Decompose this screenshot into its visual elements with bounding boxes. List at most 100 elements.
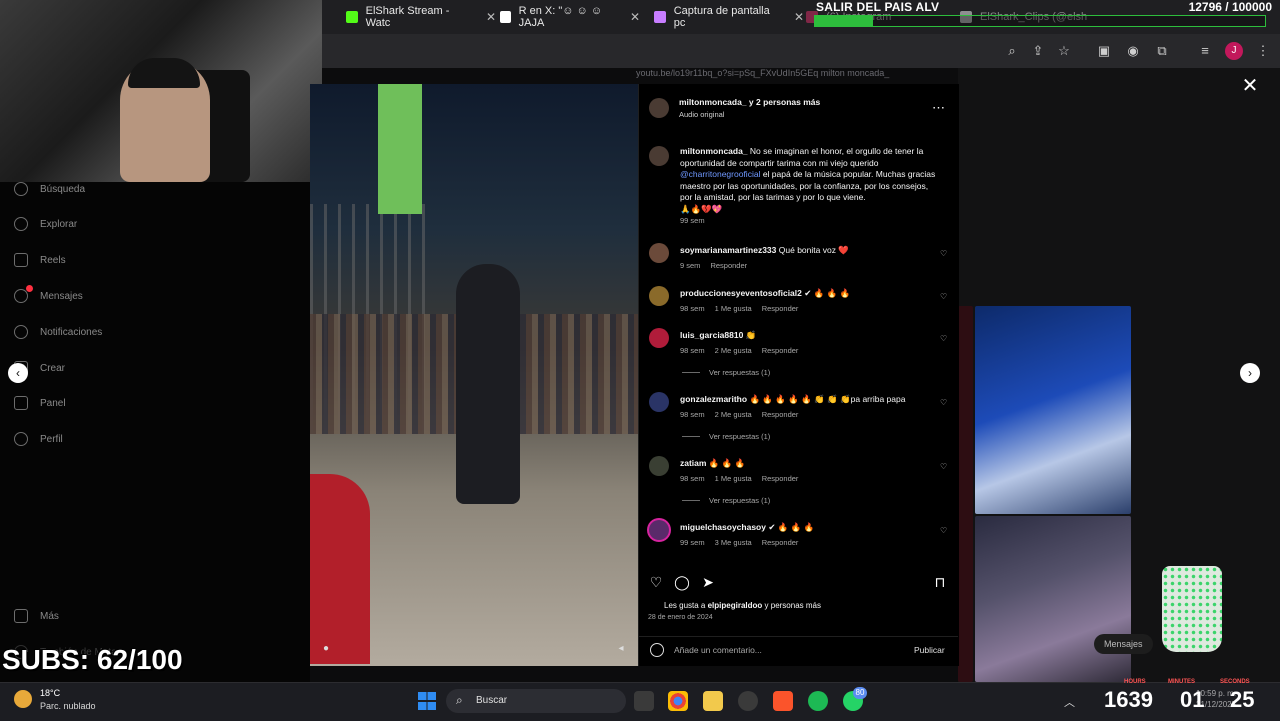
chrome-icon[interactable] [668,691,688,711]
search-icon: ⌕ [456,693,463,707]
cap [128,58,200,88]
timer-hours: 1639 [1104,687,1153,712]
like-comment-icon[interactable]: ♡ [940,249,947,258]
post-author[interactable]: miltonmoncada_ y 2 personas más [679,97,820,107]
comment-avatar[interactable] [649,520,669,540]
like-comment-icon[interactable]: ♡ [940,462,947,471]
reels-icon [14,253,28,267]
timer-hours-label: HOURS [1124,679,1146,685]
comment-avatar[interactable] [649,456,669,476]
reel-video[interactable] [310,84,638,666]
close-modal-icon[interactable]: ✕ [1240,76,1260,96]
tab-screenshot[interactable]: Captura de pantalla pc ✕ [654,4,804,30]
vpn-icon[interactable]: ◉ [1124,42,1142,60]
publish-button[interactable]: Publicar [914,645,945,655]
more-options-icon[interactable]: ⋯ [932,100,945,116]
like-icon[interactable]: ♡ [648,574,664,590]
save-icon[interactable]: ⊓ [932,574,948,590]
sidebar-item-notifications[interactable]: Notificaciones [14,325,102,339]
reel-thumbnail[interactable] [975,516,1131,682]
taskbar-search[interactable] [446,689,626,713]
bookmark-star-icon[interactable]: ☆ [1055,42,1073,60]
weather-desc[interactable]: Parc. nublado [40,701,96,711]
search-label[interactable]: Buscar [476,695,507,706]
x-icon [500,11,511,23]
sidebar-item-explore[interactable]: Explorar [14,217,77,231]
emoji-icon[interactable] [650,643,664,657]
close-tab-icon[interactable]: ✕ [794,10,804,24]
singer [456,264,520,504]
puzzle-icon[interactable]: ⧉ [1153,42,1171,60]
weather-temp[interactable]: 18°C [40,688,60,698]
close-tab-icon[interactable]: ✕ [486,10,496,24]
likes-summary[interactable]: Les gusta a elpipegiraldoo y personas má… [664,601,821,610]
user-tag-icon[interactable]: ● [319,642,333,656]
sidebar-item-search[interactable]: Búsqueda [14,182,85,196]
chart-icon [14,396,28,410]
tray-chevron-icon[interactable]: ︿ [1064,694,1075,710]
file-explorer-icon[interactable] [703,691,723,711]
hamburger-icon [14,609,28,623]
view-replies[interactable]: Ver respuestas (1) [682,368,770,377]
sidebar-item-profile[interactable]: Perfil [14,432,63,446]
sidebar-item-more[interactable]: Más [14,609,59,623]
sidebar-item-reels[interactable]: Reels [14,253,66,267]
extension-icon[interactable]: ▣ [1095,42,1113,60]
author-avatar[interactable] [649,98,669,118]
comment-avatar[interactable] [649,286,669,306]
next-post-arrow-icon[interactable]: › [1240,363,1260,383]
close-tab-icon[interactable]: ✕ [630,10,640,24]
feather-icon [654,11,666,23]
goal-count: 12796 / 100000 [1188,0,1272,14]
comment-avatar[interactable] [649,243,669,263]
post-audio[interactable]: Audio original [679,110,724,119]
task-view-icon[interactable] [634,691,654,711]
view-replies[interactable]: Ver respuestas (1) [682,496,770,505]
whatsapp-badge: 80 [853,687,867,699]
mention-link[interactable]: @charritonegrooficial [680,169,760,179]
media-icon[interactable]: ≡ [1196,42,1214,60]
menu-icon[interactable]: ⋮ [1254,42,1272,60]
zoom-icon[interactable]: ⌕ [1003,42,1021,60]
messages-chip[interactable]: Mensajes [1094,634,1153,654]
app-icon[interactable] [738,691,758,711]
tab-x-post[interactable]: R en X: "☺ ☺ ☺ JAJA ✕ [500,4,640,30]
spotify-icon[interactable] [808,691,828,711]
comment-input[interactable]: Añade un comentario... [674,645,762,655]
goal-progress-fill [815,16,873,26]
caption-avatar[interactable] [649,146,669,166]
compass-icon [14,217,28,231]
view-replies[interactable]: Ver respuestas (1) [682,432,770,441]
performer-red-jacket [310,474,370,664]
reel-thumbnail-partial[interactable] [958,306,973,682]
comment-icon[interactable]: ◯ [674,574,690,590]
prev-post-arrow-icon[interactable]: ‹ [8,363,28,383]
system-clock[interactable]: 10:59 p. m. 21/12/2025 [1196,688,1236,710]
timer-minutes-label: MINUTES [1168,679,1195,685]
reel-thumbnail[interactable] [975,306,1131,514]
share-icon[interactable]: ➤ [700,574,716,590]
brave-icon[interactable] [773,691,793,711]
timer-seconds-label: SECONDS [1220,679,1250,685]
windows-start-icon[interactable] [418,692,436,710]
comment-avatar[interactable] [649,328,669,348]
like-comment-icon[interactable]: ♡ [940,526,947,535]
goal-progress-bar [814,15,1266,27]
goal-cup-overlay [1162,566,1222,652]
stage-banner [378,84,422,214]
like-comment-icon[interactable]: ♡ [940,398,947,407]
comment-avatar[interactable] [649,392,669,412]
tab-elshark-stream[interactable]: ElShark Stream - Watc ✕ [346,4,496,30]
mute-icon[interactable]: ◂ [614,642,628,656]
comment-text: soymarianamartinez333 Qué bonita voz ❤️ [680,245,849,255]
like-comment-icon[interactable]: ♡ [940,334,947,343]
weather-icon[interactable] [14,690,32,708]
share-icon[interactable]: ⇪ [1029,42,1047,60]
goal-title: SALIR DEL PAIS ALV [816,0,940,14]
like-comment-icon[interactable]: ♡ [940,292,947,301]
sidebar-item-dashboard[interactable]: Panel [14,396,66,410]
sidebar-item-messages[interactable]: Mensajes [14,289,83,303]
profile-avatar-icon[interactable]: J [1225,42,1243,60]
post-caption: miltonmoncada_ No se imaginan el honor, … [680,146,936,225]
subs-counter: SUBS: 62/100 [2,644,183,675]
